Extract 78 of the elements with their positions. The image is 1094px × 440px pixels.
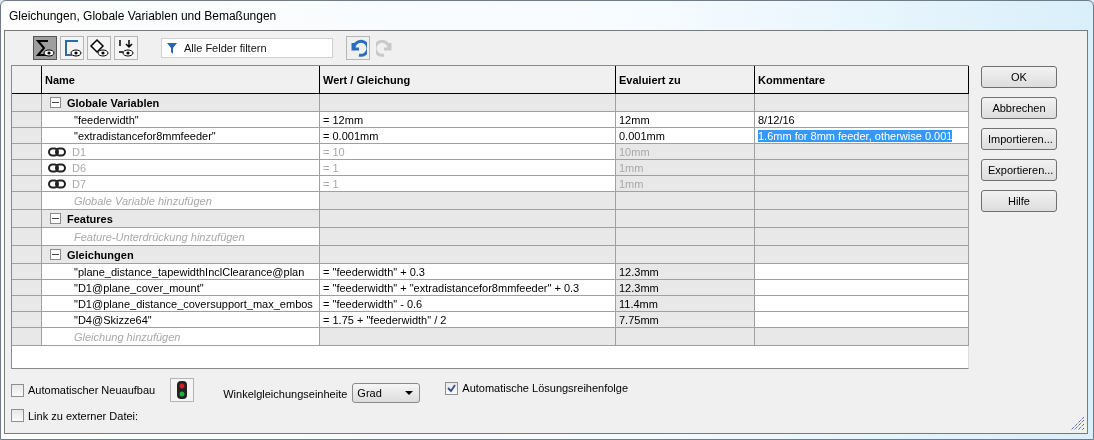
variable-name: "D1@plane_cover_mount" — [74, 281, 204, 294]
table-cell: = "feederwidth" + "extradistancefor8mmfeeder" + 0.3 — [320, 280, 616, 296]
table-cell: 1mm — [616, 160, 755, 176]
table-cell: = 10 — [320, 144, 616, 160]
dialog-button[interactable]: Exportieren... — [981, 159, 1057, 181]
link-icon — [48, 178, 66, 189]
group-title: Features — [67, 212, 113, 225]
traffic-light-icon — [177, 381, 188, 399]
view-toggle-button[interactable] — [60, 36, 84, 60]
table-cell: 12.3mm — [616, 264, 755, 280]
sketch-eye-icon — [62, 38, 82, 58]
checkbox[interactable] — [445, 381, 459, 395]
rebuild-button[interactable] — [170, 378, 195, 402]
variable-name: "plane_distance_tapewidthInclClearance@plan — [74, 265, 305, 278]
feature-eye-icon — [89, 38, 109, 58]
column-header[interactable]: Kommentare — [755, 66, 969, 94]
checkbox[interactable] — [11, 409, 24, 422]
checkbox-label: Automatische Lösungsreihenfolge — [462, 382, 629, 394]
minus-icon — [52, 215, 59, 222]
column-header[interactable]: Evaluiert zu — [616, 66, 755, 94]
table-cell: = "feederwidth" + 0.3 — [320, 264, 616, 280]
resize-grip-icon — [1071, 417, 1085, 431]
angle-unit-select[interactable]: Grad — [352, 383, 421, 403]
checkbox-label: Link zu externer Datei: — [28, 409, 139, 422]
column-header[interactable]: Wert / Gleichung — [320, 66, 616, 94]
dialog-button[interactable]: OK — [981, 66, 1057, 88]
dialog-button[interactable]: Abbrechen — [981, 97, 1057, 119]
group-title: Globale Variablen — [67, 96, 160, 109]
variable-name: D1 — [72, 145, 87, 158]
sort-eye-icon — [116, 38, 136, 58]
column-header[interactable]: Name — [42, 66, 320, 94]
table-cell: = 1 — [320, 160, 616, 176]
variable-name: "extradistancefor8mmfeeder" — [74, 129, 216, 142]
checkbox-label: Automatischer Neuaufbau — [28, 384, 156, 396]
table-cell: 11.4mm — [616, 296, 755, 312]
table-corner — [12, 66, 42, 94]
table-cell: = 12mm — [320, 112, 616, 128]
view-toggle-button[interactable] — [114, 36, 138, 60]
undo-button[interactable] — [346, 36, 370, 60]
collapse-toggle[interactable] — [50, 97, 61, 108]
link-icon — [48, 146, 66, 157]
variable-name: "feederwidth" — [74, 113, 139, 126]
window-title: Gleichungen, Globale Variablen und Bemaßungen — [9, 8, 277, 23]
row-header — [12, 228, 42, 246]
table-cell: 1.6mm for 8mm feeder, otherwise 0.001 — [755, 128, 969, 144]
checkbox[interactable] — [11, 383, 24, 397]
table-cell: 7.75mm — [616, 312, 755, 328]
minus-icon — [52, 251, 59, 258]
view-toggle-button[interactable] — [33, 36, 57, 60]
link-icon — [48, 162, 66, 173]
table-cell: 0.001mm — [616, 128, 755, 144]
filter-field[interactable]: Alle Felder filtern — [161, 38, 333, 58]
table-cell: = "feederwidth" - 0.6 — [320, 296, 616, 312]
variable-name: "D4@Skizze64" — [74, 313, 152, 326]
table-cell: = 0.001mm — [320, 128, 616, 144]
table-cell: 8/12/16 — [755, 112, 969, 128]
dropdown-arrow-icon — [405, 391, 414, 395]
table-cell: = 1 — [320, 176, 616, 192]
filter-icon — [167, 43, 177, 54]
table-cell: = 1.75 + "feederwidth" / 2 — [320, 312, 616, 328]
angle-unit-label: Winkelgleichungseinheite — [223, 388, 348, 400]
table-cell: 10mm — [616, 144, 755, 160]
minus-icon — [52, 99, 59, 106]
table-cell: 12mm — [616, 112, 755, 128]
sum-eye-icon — [35, 38, 55, 58]
group-title: Gleichungen — [67, 248, 134, 261]
view-toggle-button[interactable] — [87, 36, 111, 60]
dialog-button[interactable]: Importieren... — [981, 128, 1057, 150]
variable-name: D6 — [72, 161, 87, 174]
collapse-toggle[interactable] — [50, 213, 61, 224]
collapse-toggle[interactable] — [50, 249, 61, 260]
row-header — [12, 192, 42, 210]
table-cell: 1mm — [616, 176, 755, 192]
variable-name: D7 — [72, 177, 87, 190]
dialog-button[interactable]: Hilfe — [981, 190, 1057, 212]
row-header — [12, 328, 42, 346]
table-cell: 12.3mm — [616, 280, 755, 296]
variable-name: "D1@plane_distance_coversupport_max_embos — [74, 297, 313, 310]
